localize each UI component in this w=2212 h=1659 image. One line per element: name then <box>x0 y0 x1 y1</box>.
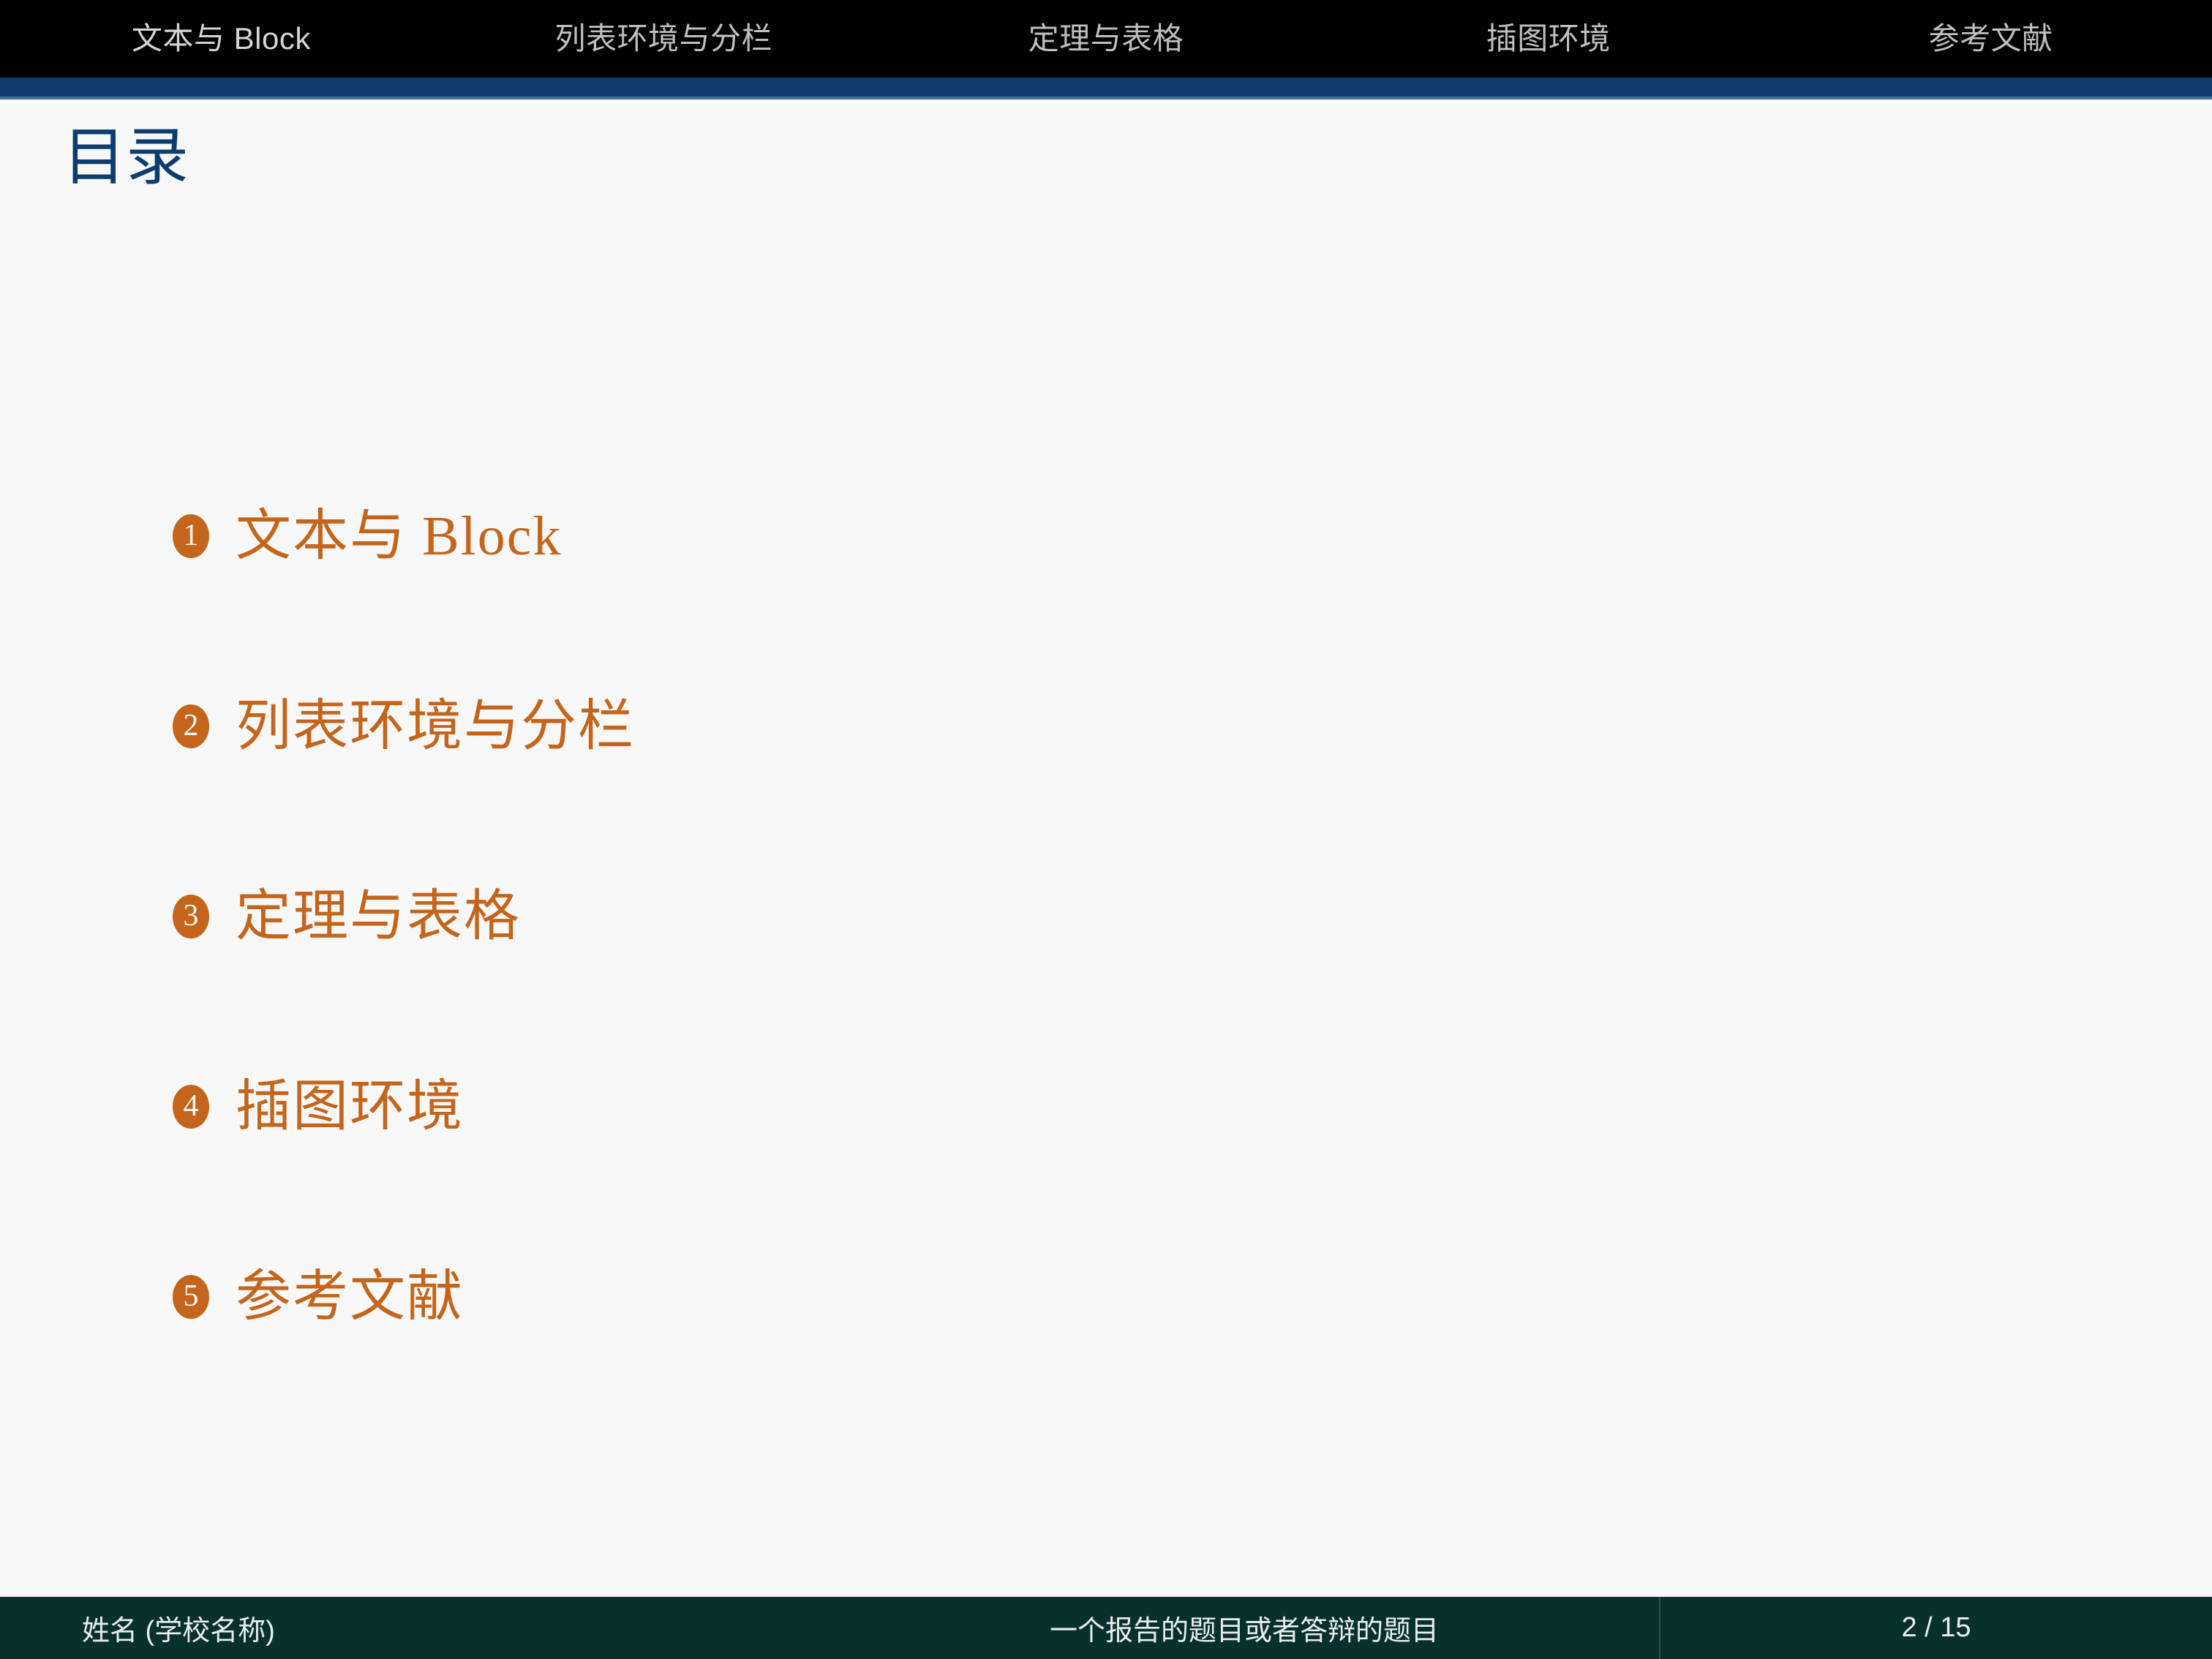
toc-entry[interactable]: 5 参考文献 <box>173 1258 2001 1336</box>
footer-title: 一个报告的题目或者答辩的题目 <box>1049 1616 1439 1647</box>
nav-item-section-1[interactable]: 文本与 Block <box>0 0 443 78</box>
section-navigation-bar: 文本与 Block 列表环境与分栏 定理与表格 插图环境 参考文献 <box>0 0 2212 78</box>
toc-number-badge: 3 <box>173 895 209 938</box>
nav-item-section-2[interactable]: 列表环境与分栏 <box>443 0 885 78</box>
toc-entry-label: 定理与表格 <box>236 886 521 947</box>
footer-author: 姓名 (学校名称) <box>82 1616 275 1647</box>
toc-entry-label: 参考文献 <box>236 1266 464 1328</box>
toc-entry-label: 文本与 Block <box>236 505 563 567</box>
toc-entry[interactable]: 4 插图环境 <box>173 1068 2001 1146</box>
footer-page-number: 2 / 15 <box>1659 1597 2212 1659</box>
page-title: 目录 <box>63 122 189 192</box>
toc-number-badge: 1 <box>173 514 209 558</box>
nav-item-label: 参考文献 <box>1928 21 2053 56</box>
toc-number-badge: 2 <box>173 704 209 748</box>
table-of-contents: 1 文本与 Block 2 列表环境与分栏 3 定理与表格 4 插图环境 5 参… <box>173 497 2001 1336</box>
toc-number-badge: 4 <box>173 1085 209 1129</box>
nav-item-section-5[interactable]: 参考文献 <box>1769 0 2212 78</box>
nav-item-section-4[interactable]: 插图环境 <box>1327 0 1769 78</box>
navbar-accent-bar <box>0 78 2212 98</box>
toc-number-badge: 5 <box>173 1275 209 1319</box>
nav-item-label: 插图环境 <box>1486 21 1611 56</box>
toc-entry[interactable]: 3 定理与表格 <box>173 878 2001 955</box>
footer-bar: 姓名 (学校名称) 一个报告的题目或者答辩的题目 2 / 15 <box>0 1597 2212 1659</box>
toc-entry-label: 列表环境与分栏 <box>236 696 635 757</box>
toc-entry[interactable]: 1 文本与 Block <box>173 497 2001 575</box>
nav-item-section-3[interactable]: 定理与表格 <box>885 0 1328 78</box>
toc-entry[interactable]: 2 列表环境与分栏 <box>173 688 2001 765</box>
toc-entry-label: 插图环境 <box>236 1076 464 1137</box>
presentation-slide: 文本与 Block 列表环境与分栏 定理与表格 插图环境 参考文献 目录 1 文… <box>0 0 2212 1659</box>
nav-item-label: 定理与表格 <box>1028 21 1184 56</box>
nav-item-label: 文本与 Block <box>131 21 311 56</box>
nav-item-label: 列表环境与分栏 <box>554 21 772 56</box>
navbar-accent-edge <box>0 97 2212 99</box>
